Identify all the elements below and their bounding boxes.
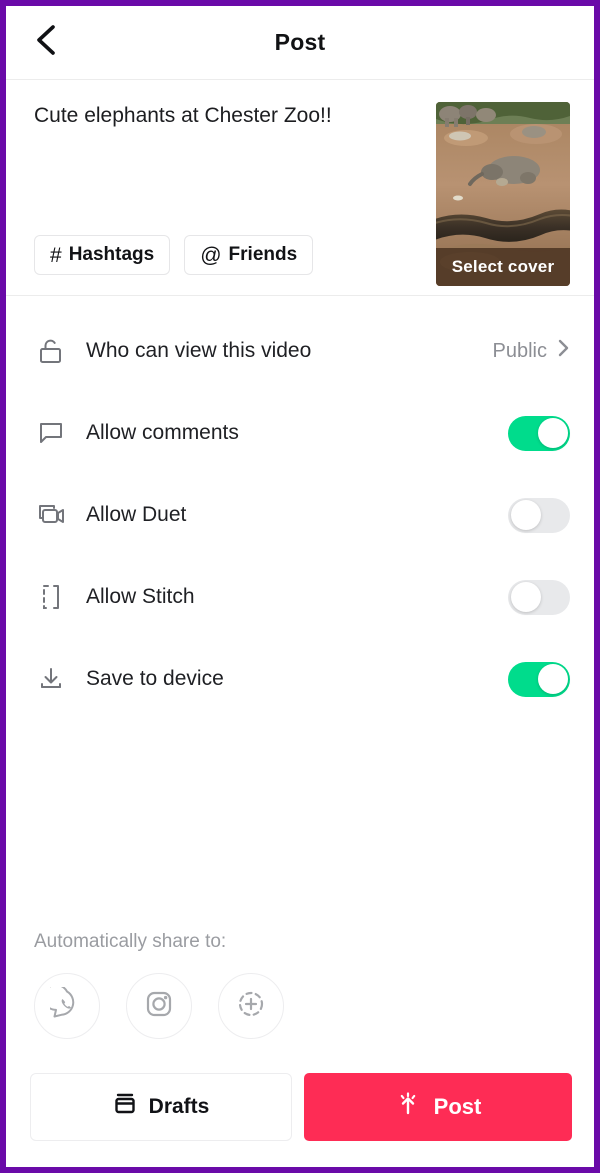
save-to-device-toggle[interactable] [508, 661, 570, 697]
chevron-left-icon [33, 23, 59, 62]
settings-row-privacy-label: Who can view this video [86, 339, 312, 362]
auto-share-targets [34, 973, 284, 1039]
settings-list: Who can view this video Public Allow com… [6, 296, 594, 720]
archive-box-icon [113, 1091, 137, 1123]
footer-actions: Drafts Post [6, 1063, 594, 1167]
chevron-right-icon [557, 338, 570, 364]
hashtags-button[interactable]: # Hashtags [34, 235, 171, 275]
duet-video-icon [34, 498, 68, 532]
allow-comments-toggle[interactable] [508, 415, 570, 451]
instagram-icon [143, 988, 175, 1025]
instagram-story-icon [235, 988, 267, 1025]
upload-sparkle-icon [395, 1090, 421, 1124]
privacy-value-text: Public [492, 339, 547, 362]
back-button[interactable] [24, 21, 68, 65]
drafts-button-label: Drafts [148, 1095, 210, 1118]
stitch-bracket-icon [34, 580, 68, 614]
friends-button-label: Friends [228, 244, 298, 265]
settings-row-save-device[interactable]: Save to device [6, 638, 594, 720]
allow-stitch-toggle[interactable] [508, 579, 570, 615]
whatsapp-icon [42, 983, 84, 1026]
post-screen: Post Cute elephants at Chester Zoo!! # H… [0, 0, 600, 1173]
settings-row-comments-label: Allow comments [86, 421, 239, 444]
toggle-knob [510, 500, 541, 530]
post-button[interactable]: Post [304, 1073, 572, 1141]
auto-share-title: Automatically share to: [34, 931, 227, 952]
select-cover-label[interactable]: Select cover [436, 248, 570, 286]
toggle-knob [510, 582, 541, 612]
hashtag-icon: # [50, 243, 62, 267]
download-icon [34, 662, 68, 696]
video-thumbnail[interactable]: Select cover [436, 102, 570, 286]
settings-row-comments[interactable]: Allow comments [6, 392, 594, 474]
settings-row-save-device-label: Save to device [86, 667, 224, 690]
app-header: Post [6, 6, 594, 80]
settings-row-duet[interactable]: Allow Duet [6, 474, 594, 556]
settings-row-privacy[interactable]: Who can view this video Public [6, 310, 594, 392]
settings-row-stitch-label: Allow Stitch [86, 585, 195, 608]
caption-section: Cute elephants at Chester Zoo!! # Hashta… [6, 80, 594, 296]
unlock-icon [34, 334, 68, 368]
comment-bubble-icon [34, 416, 68, 450]
drafts-button[interactable]: Drafts [30, 1073, 292, 1141]
settings-row-duet-label: Allow Duet [86, 503, 187, 526]
allow-duet-toggle[interactable] [508, 497, 570, 533]
page-title: Post [274, 29, 326, 55]
toggle-knob [537, 418, 568, 448]
hashtags-button-label: Hashtags [68, 244, 155, 265]
settings-row-stitch[interactable]: Allow Stitch [6, 556, 594, 638]
toggle-knob [537, 664, 568, 694]
share-target-whatsapp[interactable] [34, 973, 100, 1039]
at-mention-icon: @ [200, 243, 222, 267]
post-button-label: Post [433, 1094, 482, 1119]
auto-share-section: Automatically share to: [34, 931, 284, 1039]
caption-input[interactable]: Cute elephants at Chester Zoo!! [34, 102, 414, 129]
share-target-instagram-story[interactable] [218, 973, 284, 1039]
share-target-instagram[interactable] [126, 973, 192, 1039]
caption-tag-buttons: # Hashtags @ Friends [34, 235, 314, 275]
privacy-value[interactable]: Public [493, 338, 570, 364]
friends-button[interactable]: @ Friends [184, 235, 314, 275]
